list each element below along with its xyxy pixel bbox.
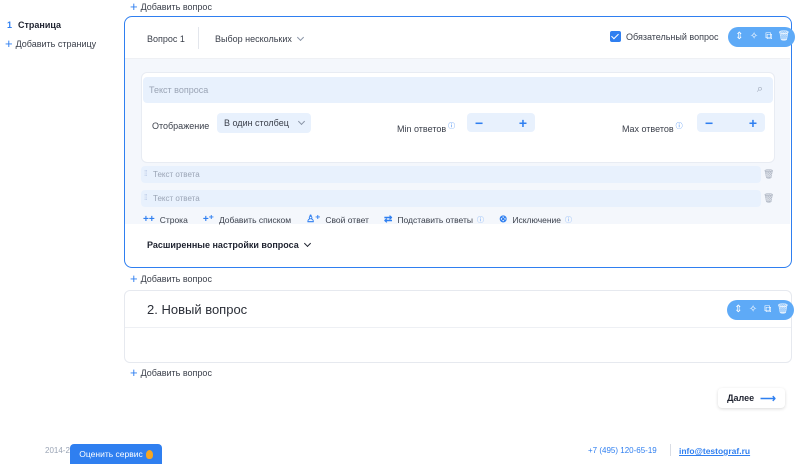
survey-editor-page: 1 Страница + Добавить страницу + Добавить…: [0, 0, 800, 464]
question-card-1[interactable]: Вопрос 1 Выбор нескольких Обязательный в…: [124, 16, 795, 268]
add-list-label: Добавить списком: [218, 214, 292, 225]
minus-icon[interactable]: −: [475, 115, 483, 131]
question-type-value: Выбор нескольких: [215, 34, 292, 44]
add-row-button[interactable]: ++ Строка: [143, 214, 188, 225]
add-question-label: Добавить вопрос: [140, 2, 212, 12]
required-label: Обязательный вопрос: [626, 31, 719, 42]
exclude-icon: ⊗: [498, 214, 508, 225]
paperclip-icon[interactable]: ⌕: [757, 83, 763, 96]
chevron-down-icon: [297, 117, 305, 126]
plus-icon[interactable]: +: [519, 115, 527, 131]
sidebar-item-page-1[interactable]: 1 Страница: [7, 20, 61, 30]
answer-placeholder: Текст ответа: [153, 194, 200, 203]
question-text-input[interactable]: Текст вопроса ⌕: [143, 77, 773, 103]
trash-icon[interactable]: 🗑: [778, 31, 791, 43]
required-checkbox[interactable]: Обязательный вопрос: [610, 31, 718, 42]
plus-icon: +: [130, 271, 138, 286]
min-answers-label: Min ответов ⓘ: [397, 121, 455, 134]
reorder-icon[interactable]: ⇕: [733, 31, 745, 43]
own-answer-label: Свой ответ: [325, 214, 369, 225]
advanced-settings-toggle[interactable]: Расширенные настройки вопроса: [147, 239, 311, 250]
question-title: 2. Новый вопрос: [147, 302, 248, 317]
question-card-2[interactable]: 2. Новый вопрос ⇕ ✧ ⧉ 🗑: [124, 290, 794, 363]
trash-icon[interactable]: 🗑: [777, 304, 790, 316]
min-answers-text: Min ответов: [397, 124, 447, 134]
copy-icon[interactable]: ⧉: [762, 304, 774, 316]
page-label: Страница: [18, 20, 62, 30]
info-icon[interactable]: ⓘ: [565, 215, 572, 225]
answer-input-1[interactable]: ⁞⁞ Текст ответа: [141, 166, 761, 183]
advanced-settings-label: Расширенные настройки вопроса: [147, 240, 299, 250]
flame-icon: [145, 449, 153, 459]
trash-icon[interactable]: 🗑: [763, 169, 774, 180]
rate-service-label: Оценить сервис: [79, 449, 143, 459]
drag-handle-icon[interactable]: ⁞⁞: [144, 169, 148, 178]
own-answer-button[interactable]: ♙⁺ Свой ответ: [306, 214, 369, 225]
question-type-select[interactable]: Выбор нескольких: [215, 33, 304, 44]
user-plus-icon: ♙⁺: [306, 214, 321, 225]
minus-icon[interactable]: −: [705, 115, 713, 131]
next-label: Далее: [727, 393, 755, 403]
checkbox-checked-icon: [610, 31, 621, 42]
drag-handle-icon[interactable]: ⁞⁞: [144, 193, 148, 202]
question-toolbar: ⇕ ✧ ⧉ 🗑: [727, 300, 794, 320]
answer-actions-bar: ++ Строка +⁺ Добавить списком ♙⁺ Свой от…: [143, 214, 587, 225]
phone-link[interactable]: +7 (495) 120-65-19: [588, 446, 657, 455]
substitute-icon: ⇄: [383, 214, 393, 225]
question-header: Вопрос 1 Выбор нескольких Обязательный в…: [125, 17, 795, 59]
sparkle-icon[interactable]: ✧: [747, 304, 759, 316]
add-question-label: Добавить вопрос: [140, 274, 212, 284]
display-value: В один столбец: [224, 118, 289, 128]
add-row-label: Строка: [159, 214, 188, 225]
chevron-down-icon: [296, 33, 304, 42]
info-icon[interactable]: ⓘ: [448, 123, 455, 130]
chevron-down-icon: [303, 239, 311, 248]
min-answers-stepper[interactable]: − +: [467, 113, 535, 132]
info-icon[interactable]: ⓘ: [477, 215, 484, 225]
next-button[interactable]: Далее ⟶: [718, 388, 785, 408]
plus-icon[interactable]: +: [749, 115, 757, 131]
max-answers-stepper[interactable]: − +: [697, 113, 765, 132]
question-settings-panel: Текст вопроса ⌕ Отображение В один столб…: [141, 72, 775, 163]
question-header: 2. Новый вопрос ⇕ ✧ ⧉ 🗑: [125, 291, 794, 328]
page-number: 1: [7, 20, 13, 30]
question-body: Текст вопроса ⌕ Отображение В один столб…: [125, 59, 790, 225]
list-plus-icon: +⁺: [202, 214, 214, 225]
double-plus-icon: ++: [143, 214, 155, 225]
add-page-label: Добавить страницу: [15, 39, 97, 49]
substitute-answers-button[interactable]: ⇄ Подставить ответы ⓘ: [384, 214, 484, 225]
max-answers-label: Max ответов ⓘ: [622, 121, 683, 134]
copyright: 2014-2: [45, 446, 70, 455]
divider: [670, 444, 671, 456]
exclusion-label: Исключение: [512, 214, 562, 225]
answer-input-2[interactable]: ⁞⁞ Текст ответа: [141, 190, 761, 207]
answer-placeholder: Текст ответа: [153, 170, 200, 179]
add-list-button[interactable]: +⁺ Добавить списком: [203, 214, 291, 225]
add-question-button-middle[interactable]: + Добавить вопрос: [130, 271, 212, 286]
display-select[interactable]: В один столбец: [217, 113, 311, 133]
trash-icon[interactable]: 🗑: [763, 193, 774, 204]
rate-service-button[interactable]: Оценить сервис: [70, 444, 162, 464]
copy-icon[interactable]: ⧉: [763, 31, 775, 43]
question-text-placeholder: Текст вопроса: [149, 85, 209, 95]
plus-icon: +: [130, 365, 138, 380]
arrow-right-icon: ⟶: [760, 392, 776, 405]
add-question-label: Добавить вопрос: [140, 368, 212, 378]
exclusion-button[interactable]: ⊗ Исключение ⓘ: [499, 214, 572, 225]
add-question-button-bottom[interactable]: + Добавить вопрос: [130, 365, 212, 380]
info-icon[interactable]: ⓘ: [676, 123, 683, 130]
display-label: Отображение: [152, 121, 210, 131]
email-link[interactable]: info@testograf.ru: [679, 446, 750, 456]
plus-icon: +: [5, 36, 13, 51]
divider: [198, 27, 199, 49]
sparkle-icon[interactable]: ✧: [748, 31, 760, 43]
add-page-button[interactable]: + Добавить страницу: [5, 36, 97, 51]
max-answers-text: Max ответов: [622, 124, 674, 134]
substitute-label: Подставить ответы: [397, 214, 473, 225]
question-number: Вопрос 1: [147, 34, 185, 44]
plus-icon: +: [130, 0, 138, 14]
question-toolbar: ⇕ ✧ ⧉ 🗑: [728, 27, 795, 47]
add-question-button-top[interactable]: + Добавить вопрос: [130, 0, 212, 14]
reorder-icon[interactable]: ⇕: [732, 304, 744, 316]
